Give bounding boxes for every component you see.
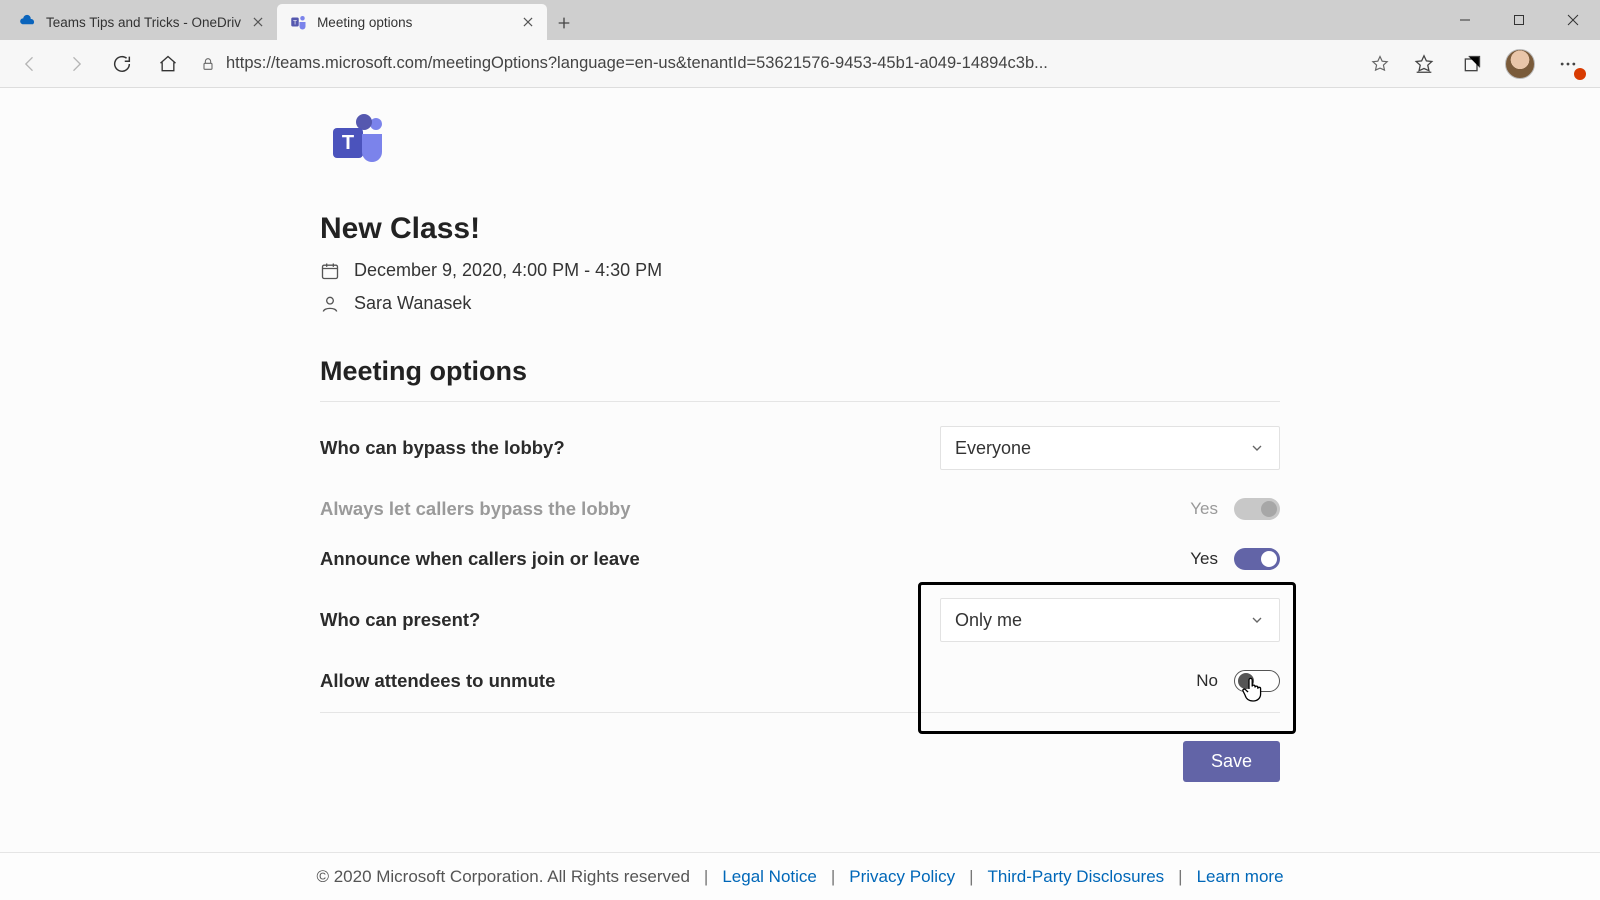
toggle-value: Yes [1190, 549, 1218, 569]
nav-bar: https://teams.microsoft.com/meetingOptio… [0, 40, 1600, 88]
tab-close-icon[interactable] [521, 15, 535, 29]
window-close-button[interactable] [1546, 0, 1600, 40]
calendar-icon [320, 261, 340, 281]
toggle-value: Yes [1190, 499, 1218, 519]
meeting-datetime-row: December 9, 2020, 4:00 PM - 4:30 PM [320, 260, 1280, 281]
address-bar[interactable]: https://teams.microsoft.com/meetingOptio… [192, 46, 1398, 82]
option-label: Announce when callers join or leave [320, 548, 640, 570]
tab-title: Meeting options [317, 15, 511, 30]
tab-close-icon[interactable] [251, 15, 265, 29]
bypass-lobby-dropdown[interactable]: Everyone [940, 426, 1280, 470]
option-allow-unmute: Allow attendees to unmute No [320, 656, 1280, 706]
meeting-organizer: Sara Wanasek [354, 293, 471, 314]
option-callers-bypass: Always let callers bypass the lobby Yes [320, 484, 1280, 534]
url-text: https://teams.microsoft.com/meetingOptio… [226, 54, 1360, 73]
teams-icon: T [289, 13, 307, 31]
footer-link-legal[interactable]: Legal Notice [722, 867, 817, 887]
teams-logo-icon: T [328, 114, 1280, 172]
page-body: T New Class! December 9, 2020, 4:00 PM -… [0, 88, 1600, 900]
toggle-value: No [1196, 671, 1218, 691]
svg-text:T: T [342, 132, 354, 154]
avatar [1505, 49, 1535, 79]
footer-link-thirdparty[interactable]: Third-Party Disclosures [988, 867, 1165, 887]
refresh-button[interactable] [100, 42, 144, 86]
window-controls [1438, 0, 1600, 40]
window-maximize-button[interactable] [1492, 0, 1546, 40]
svg-text:T: T [293, 19, 297, 26]
new-tab-button[interactable] [547, 6, 581, 40]
tab-onedrive[interactable]: Teams Tips and Tricks - OneDriv [6, 4, 277, 40]
section-title: Meeting options [320, 356, 1280, 387]
dropdown-value: Only me [955, 610, 1022, 631]
onedrive-icon [18, 13, 36, 31]
tab-meeting-options[interactable]: T Meeting options [277, 4, 547, 40]
back-button[interactable] [8, 42, 52, 86]
footer: © 2020 Microsoft Corporation. All Rights… [0, 852, 1600, 900]
option-bypass-lobby: Who can bypass the lobby? Everyone [320, 412, 1280, 484]
option-who-can-present: Who can present? Only me [320, 584, 1280, 656]
option-label: Allow attendees to unmute [320, 670, 555, 692]
option-label: Always let callers bypass the lobby [320, 498, 631, 520]
meeting-organizer-row: Sara Wanasek [320, 293, 1280, 314]
chevron-down-icon [1249, 440, 1265, 456]
window-minimize-button[interactable] [1438, 0, 1492, 40]
chevron-down-icon [1249, 612, 1265, 628]
divider [320, 401, 1280, 402]
option-label: Who can bypass the lobby? [320, 437, 565, 459]
person-icon [320, 294, 340, 314]
footer-copyright: © 2020 Microsoft Corporation. All Rights… [316, 867, 689, 887]
tab-strip: Teams Tips and Tricks - OneDriv T Meetin… [0, 0, 1600, 40]
notification-badge [1574, 68, 1586, 80]
footer-link-privacy[interactable]: Privacy Policy [849, 867, 955, 887]
footer-link-learnmore[interactable]: Learn more [1197, 867, 1284, 887]
home-button[interactable] [146, 42, 190, 86]
divider [320, 712, 1280, 713]
announce-toggle[interactable] [1234, 548, 1280, 570]
save-button[interactable]: Save [1183, 741, 1280, 782]
option-announce: Announce when callers join or leave Yes [320, 534, 1280, 584]
option-label: Who can present? [320, 609, 480, 631]
lock-icon [200, 56, 216, 72]
favorites-button[interactable] [1400, 42, 1448, 86]
favorite-star-outline-icon[interactable] [1370, 54, 1390, 74]
callers-bypass-toggle [1234, 498, 1280, 520]
forward-button[interactable] [54, 42, 98, 86]
tab-title: Teams Tips and Tricks - OneDriv [46, 15, 241, 30]
meeting-datetime: December 9, 2020, 4:00 PM - 4:30 PM [354, 260, 662, 281]
meeting-title: New Class! [320, 212, 1280, 246]
profile-button[interactable] [1496, 42, 1544, 86]
allow-unmute-toggle[interactable] [1234, 670, 1280, 692]
who-can-present-dropdown[interactable]: Only me [940, 598, 1280, 642]
collections-button[interactable] [1448, 42, 1496, 86]
menu-button[interactable] [1544, 42, 1592, 86]
dropdown-value: Everyone [955, 438, 1031, 459]
